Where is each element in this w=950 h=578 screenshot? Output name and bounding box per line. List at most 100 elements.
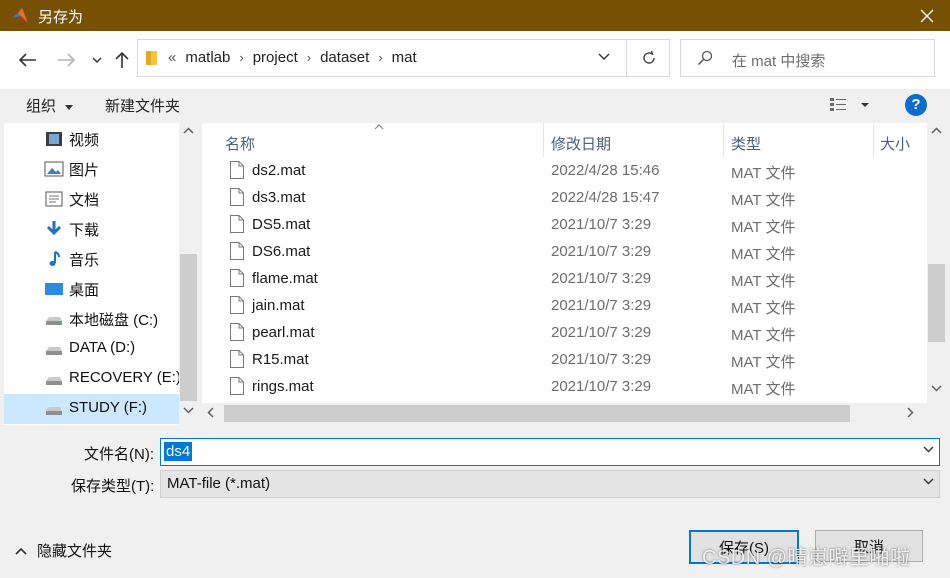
table-row[interactable]: flame.mat 2021/10/7 3:29 MAT 文件 xyxy=(202,265,927,292)
scrollbar-thumb[interactable] xyxy=(928,264,945,342)
search-box[interactable]: 在 mat 中搜索 xyxy=(680,39,935,77)
file-type: MAT 文件 xyxy=(731,300,796,317)
sidebar-item-desktop[interactable]: 桌面 xyxy=(4,274,180,304)
breadcrumb-matlab[interactable]: matlab xyxy=(185,49,230,66)
organize-menu[interactable]: 组织 xyxy=(26,95,74,116)
filename-input[interactable]: ds4 xyxy=(160,438,940,466)
file-icon xyxy=(230,323,244,341)
recent-locations-button[interactable] xyxy=(85,48,109,72)
drive-icon xyxy=(46,377,62,385)
matlab-icon xyxy=(12,8,28,23)
file-name: ds3.mat xyxy=(252,189,306,206)
back-button[interactable] xyxy=(16,48,40,72)
sidebar-item-downloads[interactable]: 下载 xyxy=(4,214,180,244)
sidebar-item-drive-c[interactable]: 本地磁盘 (C:) xyxy=(4,304,180,334)
scroll-up-icon[interactable] xyxy=(931,127,942,134)
filename-value[interactable]: ds4 xyxy=(164,442,193,461)
file-name: DS6.mat xyxy=(252,243,311,260)
file-date: 2022/4/28 15:46 xyxy=(551,162,660,179)
table-row[interactable]: DS6.mat 2021/10/7 3:29 MAT 文件 xyxy=(202,238,927,265)
sidebar-scrollbar[interactable] xyxy=(179,123,198,425)
breadcrumb: « matlab › project › dataset › mat xyxy=(168,49,417,66)
file-icon xyxy=(230,215,244,233)
search-placeholder: 在 mat 中搜索 xyxy=(732,53,826,70)
file-list-header: 名称 修改日期 类型 大小 xyxy=(202,123,927,157)
file-type: MAT 文件 xyxy=(731,219,796,236)
close-icon xyxy=(920,9,934,22)
scroll-left-icon[interactable] xyxy=(207,407,214,418)
scroll-right-icon[interactable] xyxy=(907,407,914,418)
file-icon xyxy=(230,161,244,179)
scrollbar-thumb[interactable] xyxy=(224,405,850,422)
scrollbar-thumb[interactable] xyxy=(180,254,197,401)
chevron-down-icon xyxy=(923,478,934,485)
file-name: R15.mat xyxy=(252,351,309,368)
file-list-horizontal-scrollbar[interactable] xyxy=(202,403,927,425)
column-header-size[interactable]: 大小 xyxy=(880,133,910,154)
close-button[interactable] xyxy=(904,0,950,31)
column-header-type[interactable]: 类型 xyxy=(731,133,761,154)
file-type: MAT 文件 xyxy=(731,165,796,182)
sidebar-item-documents[interactable]: 文档 xyxy=(4,184,180,214)
help-button[interactable]: ? xyxy=(905,94,927,116)
sidebar-item-label: 音乐 xyxy=(69,252,100,269)
drive-icon xyxy=(46,317,62,325)
table-row[interactable]: ds2.mat 2022/4/28 15:46 MAT 文件 xyxy=(202,157,927,184)
sidebar-item-pictures[interactable]: 图片 xyxy=(4,154,180,184)
address-bar[interactable]: « matlab › project › dataset › mat xyxy=(137,39,670,77)
breadcrumb-overflow[interactable]: « xyxy=(168,49,176,66)
forward-button[interactable] xyxy=(54,48,78,72)
breadcrumb-project[interactable]: project xyxy=(253,49,298,66)
address-dropdown-icon[interactable] xyxy=(598,50,610,64)
arrow-right-icon xyxy=(58,53,75,67)
column-divider[interactable] xyxy=(543,123,544,157)
new-folder-button[interactable]: 新建文件夹 xyxy=(105,95,180,116)
search-icon xyxy=(697,50,713,66)
file-date: 2021/10/7 3:29 xyxy=(551,378,652,395)
sidebar-item-label: STUDY (F:) xyxy=(69,399,148,416)
file-type: MAT 文件 xyxy=(731,192,796,209)
column-header-date[interactable]: 修改日期 xyxy=(551,133,611,154)
sidebar-item-label: RECOVERY (E:) xyxy=(69,369,180,386)
scroll-up-icon[interactable] xyxy=(183,127,194,134)
breadcrumb-mat[interactable]: mat xyxy=(392,49,417,66)
file-icon xyxy=(230,296,244,314)
file-list-scrollbar[interactable] xyxy=(927,123,946,403)
file-type: MAT 文件 xyxy=(731,327,796,344)
up-button[interactable] xyxy=(110,48,134,72)
column-header-name[interactable]: 名称 xyxy=(225,133,255,154)
music-icon xyxy=(49,251,60,266)
file-icon xyxy=(230,188,244,206)
arrow-up-icon xyxy=(115,51,129,68)
table-row[interactable]: pearl.mat 2021/10/7 3:29 MAT 文件 xyxy=(202,319,927,346)
hide-folders-toggle[interactable]: 隐藏文件夹 xyxy=(15,540,112,561)
chevron-right-icon[interactable]: › xyxy=(378,50,382,65)
table-row[interactable]: R15.mat 2021/10/7 3:29 MAT 文件 xyxy=(202,346,927,373)
file-name: ds2.mat xyxy=(252,162,306,179)
column-divider[interactable] xyxy=(873,123,874,157)
file-icon xyxy=(230,350,244,368)
file-name: rings.mat xyxy=(252,378,314,395)
table-row[interactable]: jain.mat 2021/10/7 3:29 MAT 文件 xyxy=(202,292,927,319)
scroll-down-icon[interactable] xyxy=(931,385,942,392)
breadcrumb-dataset[interactable]: dataset xyxy=(320,49,369,66)
sidebar-item-drive-d[interactable]: DATA (D:) xyxy=(4,334,180,364)
filetype-select[interactable]: MAT-file (*.mat) xyxy=(160,470,940,498)
chevron-right-icon[interactable]: › xyxy=(239,50,243,65)
scroll-down-icon[interactable] xyxy=(183,407,194,414)
chevron-down-icon[interactable] xyxy=(923,446,934,453)
chevron-right-icon[interactable]: › xyxy=(307,50,311,65)
table-row[interactable]: DS5.mat 2021/10/7 3:29 MAT 文件 xyxy=(202,211,927,238)
sidebar-item-drive-e[interactable]: RECOVERY (E:) xyxy=(4,364,180,394)
sort-ascending-icon xyxy=(374,124,384,130)
table-row[interactable]: rings.mat 2021/10/7 3:29 MAT 文件 xyxy=(202,373,927,400)
sidebar-item-music[interactable]: 音乐 xyxy=(4,244,180,274)
column-divider[interactable] xyxy=(723,123,724,157)
chevron-down-icon xyxy=(92,57,102,63)
file-type: MAT 文件 xyxy=(731,354,796,371)
refresh-button[interactable] xyxy=(626,40,670,76)
view-options-icon[interactable] xyxy=(829,97,871,113)
table-row[interactable]: ds3.mat 2022/4/28 15:47 MAT 文件 xyxy=(202,184,927,211)
sidebar-item-videos[interactable]: 视频 xyxy=(4,124,180,154)
sidebar-item-drive-f[interactable]: STUDY (F:) xyxy=(4,394,180,424)
